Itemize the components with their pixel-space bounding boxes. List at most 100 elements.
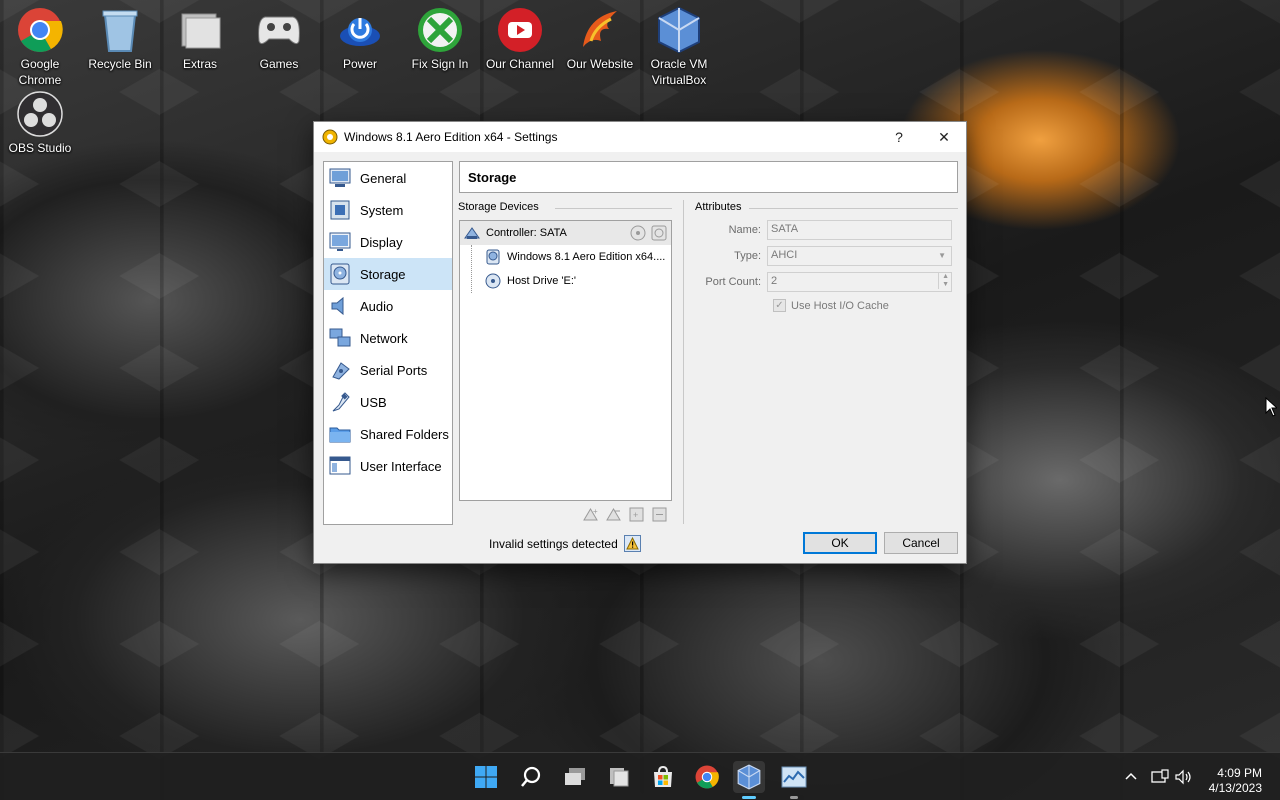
desktop-icon-chrome[interactable]: Google Chrome [1,0,79,88]
user-interface-icon [328,454,352,478]
dialog-titlebar[interactable]: Windows 8.1 Aero Edition x64 - Settings … [314,122,966,152]
chevron-up-icon[interactable] [1124,769,1140,785]
usb-icon [328,390,352,414]
virtualbox-settings-icon [322,129,338,145]
close-button[interactable]: ✕ [921,122,967,152]
desktop-icon-fix-sign-in[interactable]: Fix Sign In [401,0,479,72]
desktop-icon-our-website[interactable]: Our Website [561,0,639,72]
cancel-button[interactable]: Cancel [884,532,958,554]
youtube-icon [496,6,544,54]
system-icon [328,198,352,222]
name-row: Name: SATA [701,220,952,240]
active-app-indicator [742,796,756,799]
desktop-icon-power[interactable]: Power [321,0,399,72]
storage-devices-label: Storage Devices [458,201,539,213]
nav-item-system[interactable]: System [324,194,452,226]
desktop-icon-our-channel[interactable]: Our Channel [481,0,559,72]
dialog-title: Windows 8.1 Aero Edition x64 - Settings [344,130,558,144]
port-count-value: 2 [771,275,778,287]
serial-ports-icon [328,358,352,382]
controller-icon [464,225,480,241]
tree-toolbar: + + [582,506,668,524]
nav-item-shared-folders[interactable]: Shared Folders [324,418,452,450]
audio-icon [328,294,352,318]
task-view-icon[interactable] [559,761,591,793]
nav-item-display[interactable]: Display [324,226,452,258]
nav-item-label: Audio [360,298,394,314]
remove-attachment-icon[interactable] [651,506,668,524]
task-manager-icon[interactable] [778,761,810,793]
attributes-separator [749,208,958,209]
type-select[interactable]: AHCI ▼ [767,246,952,266]
tree-item-hard-disk[interactable]: Windows 8.1 Aero Edition x64.... [460,245,671,269]
add-hard-disk-icon[interactable] [651,225,667,241]
host-io-cache-label: Use Host I/O Cache [791,299,889,312]
xbox-icon [416,6,464,54]
nav-item-label: User Interface [360,458,442,474]
port-count-spinbox[interactable]: 2 ▲ ▼ [767,272,952,292]
settings-nav: General System Display Storage Audio Net… [323,161,453,525]
add-controller-icon[interactable]: + [582,506,599,524]
host-io-cache-checkbox[interactable]: ✓ [773,299,786,312]
add-optical-drive-icon[interactable] [630,225,646,241]
nav-item-label: Serial Ports [360,362,428,378]
nav-item-user-interface[interactable]: User Interface [324,450,452,482]
desktop-icon-virtualbox[interactable]: Oracle VM VirtualBox [640,0,718,88]
clock-date[interactable]: 4/13/2023 [1196,781,1262,795]
start-icon[interactable] [470,761,502,793]
host-io-cache-row: ✓ Use Host I/O Cache [773,299,889,312]
nav-item-network[interactable]: Network [324,322,452,354]
nav-item-label: Network [360,330,408,346]
nav-item-label: Storage [360,266,406,282]
name-label: Name: [728,224,761,236]
desktop-icon-label: Fix Sign In [411,57,469,71]
help-button[interactable]: ? [876,122,922,152]
storage-tree[interactable]: Controller: SATA Windows 8.1 Aero Editio… [459,220,672,501]
volume-icon[interactable] [1175,769,1193,785]
running-indicator [790,796,798,799]
desktop-icon-obs-studio[interactable]: OBS Studio [1,84,79,156]
desktop-icon-extras[interactable]: Extras [161,0,239,72]
type-label: Type: [734,250,761,262]
nav-item-serial-ports[interactable]: Serial Ports [324,354,452,386]
nav-item-audio[interactable]: Audio [324,290,452,322]
desktop-icon-games[interactable]: Games [240,0,318,72]
spin-arrows-icon[interactable]: ▲ ▼ [938,273,949,289]
search-icon[interactable] [515,761,547,793]
status-area: Invalid settings detected [489,535,641,552]
file-explorer-icon[interactable] [603,761,635,793]
clock-time[interactable]: 4:09 PM [1196,766,1262,780]
obs-icon [16,90,64,138]
settings-dialog: Windows 8.1 Aero Edition x64 - Settings … [313,121,967,564]
chrome-icon[interactable] [691,761,723,793]
network-icon [328,326,352,350]
nav-item-label: General [360,170,407,186]
tree-item-optical-drive[interactable]: Host Drive 'E:' [460,269,671,293]
store-icon[interactable] [647,761,679,793]
nav-item-storage[interactable]: Storage [324,258,452,290]
ok-button[interactable]: OK [803,532,877,554]
add-attachment-icon[interactable]: + [628,506,645,524]
network-status-icon[interactable] [1151,769,1169,785]
desktop-icon-recycle-bin[interactable]: Recycle Bin [81,0,159,72]
desktop-icon-label: Our Website [566,57,634,71]
chevron-down-icon: ▼ [938,251,946,260]
tree-controller-sata[interactable]: Controller: SATA [460,221,671,245]
nav-item-label: System [360,202,404,218]
svg-text:+: + [633,510,638,520]
virtualbox-icon[interactable] [733,761,765,793]
nav-item-label: USB [360,394,387,410]
desktop-icon-label: Extras [182,57,217,71]
nav-item-usb[interactable]: USB [324,386,452,418]
type-row: Type: AHCI ▼ [701,246,952,266]
status-text: Invalid settings detected [489,536,618,551]
desktop-icon-label: Recycle Bin [88,57,152,71]
nav-item-label: Shared Folders [360,426,449,442]
gamepad-icon [255,6,303,54]
shared-folders-icon [328,422,352,446]
warning-icon[interactable] [623,535,641,552]
panel-divider [683,200,684,524]
name-field[interactable]: SATA [767,220,952,240]
remove-controller-icon[interactable] [605,506,622,524]
nav-item-general[interactable]: General [324,162,452,194]
